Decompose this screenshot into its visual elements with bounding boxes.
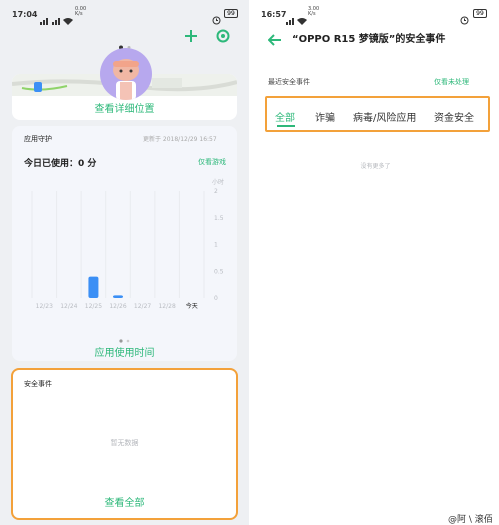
unhandled-only-link[interactable]: 仅看未处理 [434,77,469,87]
tab-virus-risk-app[interactable]: 病毒/风险应用 [353,109,416,124]
tab-all[interactable]: 全部 [275,109,295,124]
y-tick-label: 1 [214,242,218,249]
x-tick-label: 12/26 [109,303,126,310]
view-location-link[interactable]: 查看详细位置 [12,100,237,115]
x-tick-label: 今天 [186,302,198,310]
signal-icon [40,10,62,29]
active-tab-indicator [277,125,295,127]
tab-fund-security[interactable]: 资金安全 [434,109,474,124]
x-tick-label: 12/23 [36,303,53,310]
games-only-filter[interactable]: 仅看游戏 [198,157,226,167]
security-events-title: 安全事件 [24,380,52,388]
x-tick-label: 12/27 [134,303,151,310]
signal-icon [286,10,296,29]
battery-indicator: 99 [224,9,238,18]
page-title: “OPPO R15 梦镜版”的安全事件 [292,34,446,45]
update-time: 更新于 2018/12/29 16:57 [143,136,217,143]
home-screen-panel: 17:04 0.00 K/s 99 查看详细位置 应用守护 更新于 2018/1… [0,0,249,525]
alarm-icon [460,10,469,29]
x-tick-label: 12/25 [85,303,102,310]
usage-bar [113,295,123,298]
no-data-text: 暂无数据 [110,439,139,447]
usage-chart: 2 1.5 1 0.5 0 12/23 12/24 12/25 12/26 12/27 12/28 今… [22,186,227,311]
status-time: 17:04 [12,10,38,19]
alarm-icon [212,10,221,29]
app-guard-card: 应用守护 更新于 2018/12/29 16:57 今日已使用：0 分 仅看游戏… [12,126,237,361]
settings-gear-icon[interactable] [216,28,230,47]
wifi-icon [297,10,307,29]
usage-bar [88,276,99,298]
wifi-icon [63,10,73,29]
back-arrow-icon[interactable] [267,31,282,50]
status-time: 16:57 [261,10,287,19]
y-tick-label: 0.5 [214,268,224,275]
chart-y-unit: 小时 [212,179,225,186]
view-all-link[interactable]: 查看全部 [13,494,236,509]
no-more-text: 没有更多了 [360,163,391,170]
tab-fraud[interactable]: 诈骗 [315,109,335,124]
app-guard-title: 应用守护 [24,135,52,143]
watermark: @阿 \ 滚佰 [448,515,493,525]
security-events-screen: 16:57 3.00 K/s 99 “OPPO R15 梦镜版”的安全事件 最近… [252,0,499,525]
x-tick-label: 12/28 [158,303,175,310]
network-speed: 3.00 K/s [308,6,320,17]
network-speed: 0.00 K/s [75,6,87,17]
x-tick-label: 12/24 [60,303,77,310]
battery-indicator: 99 [473,9,487,18]
recent-events-label: 最近安全事件 [268,78,310,86]
location-pin-icon [34,77,42,96]
y-tick-label: 1.5 [214,215,224,222]
app-usage-time-link[interactable]: 应用使用时间 [12,344,237,359]
event-category-tabs: 全部 诈骗 病毒/风险应用 资金安全 [265,96,490,132]
y-tick-label: 0 [214,295,218,302]
add-icon[interactable] [184,28,198,47]
avatar[interactable] [100,48,152,100]
usage-chart-svg: 2 1.5 1 0.5 0 12/23 12/24 12/25 12/26 12/27 12/28 今… [31,188,224,310]
y-tick-label: 2 [214,188,218,195]
security-events-card[interactable]: 安全事件 暂无数据 查看全部 [11,368,238,520]
today-usage: 今日已使用：0 分 [24,159,97,169]
